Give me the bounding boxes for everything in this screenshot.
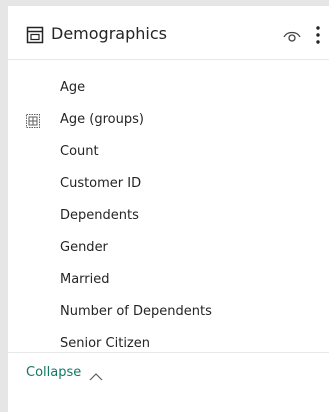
- field-age-groups[interactable]: Age (groups): [8, 104, 329, 136]
- field-number-of-dependents[interactable]: Number of Dependents: [8, 296, 329, 328]
- field-dependents[interactable]: Dependents: [8, 200, 329, 232]
- table-icon: [26, 26, 44, 44]
- field-label: Dependents: [60, 208, 139, 223]
- field-label: Gender: [60, 240, 108, 255]
- collapse-label: Collapse: [26, 365, 82, 380]
- field-age[interactable]: Age: [8, 72, 329, 104]
- field-label: Married: [60, 272, 110, 287]
- eye-icon[interactable]: [282, 28, 302, 44]
- field-label: Customer ID: [60, 176, 142, 191]
- field-label: Senior Citizen: [60, 336, 150, 351]
- field-label: Count: [60, 144, 99, 159]
- table-header[interactable]: Demographics: [8, 6, 329, 60]
- field-gender[interactable]: Gender: [8, 232, 329, 264]
- table-title: Demographics: [51, 24, 167, 43]
- more-options-icon[interactable]: [315, 25, 321, 45]
- field-label: Number of Dependents: [60, 304, 212, 319]
- field-count[interactable]: Count: [8, 136, 329, 168]
- field-married[interactable]: Married: [8, 264, 329, 296]
- hierarchy-icon: [26, 113, 40, 128]
- field-label: Age (groups): [60, 112, 144, 127]
- chevron-up-icon: [89, 367, 103, 381]
- field-label: Age: [60, 80, 86, 95]
- collapse-button[interactable]: Collapse: [8, 352, 329, 392]
- fields-panel: Demographics Age Age (groups) Count Cust…: [8, 6, 329, 412]
- field-customer-id[interactable]: Customer ID: [8, 168, 329, 200]
